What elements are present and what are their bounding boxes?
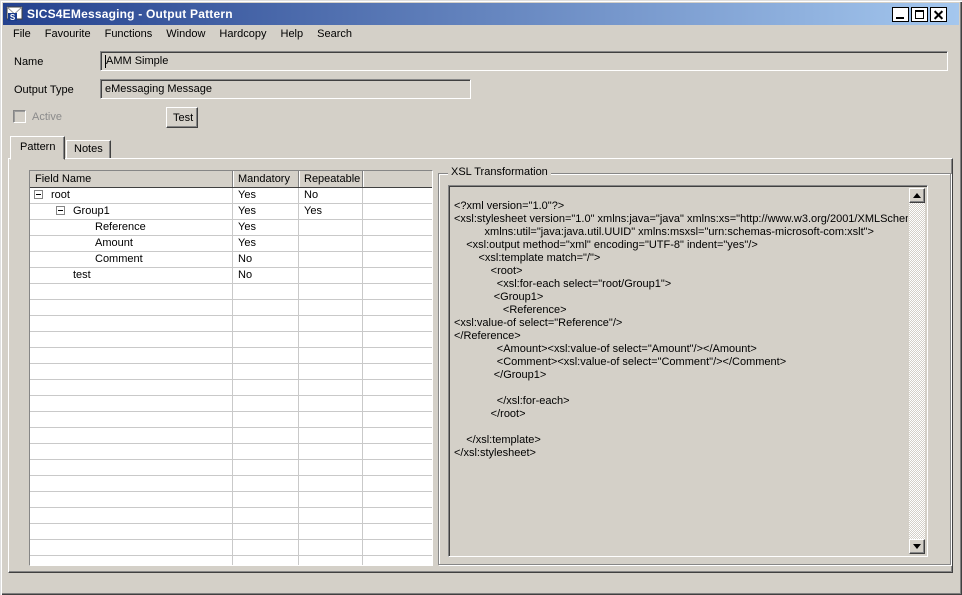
name-label: Name [14,56,43,68]
active-label: Active [32,111,62,123]
tab-notes[interactable]: Notes [66,140,111,159]
table-row[interactable]: test No [30,268,432,284]
menu-item-file[interactable]: File [6,26,38,43]
field-name: test [73,269,91,281]
table-row[interactable]: root YesNo [30,188,432,204]
field-name: root [51,189,70,201]
column-header-empty[interactable] [362,171,432,187]
repeatable-value [298,252,362,267]
menu-item-help[interactable]: Help [274,26,311,43]
mandatory-value: Yes [232,220,298,235]
table-row[interactable]: Amount Yes [30,236,432,252]
table-row-empty[interactable] [30,508,432,524]
column-header-mandatory[interactable]: Mandatory [232,171,298,187]
titlebar: S SICS4EMessaging - Output Pattern [3,3,959,25]
app-icon: S [6,6,23,22]
field-name: Amount [95,237,133,249]
table-row-empty[interactable] [30,524,432,540]
column-header-repeatable[interactable]: Repeatable [298,171,362,187]
close-button[interactable] [930,7,947,22]
xsl-code-area[interactable]: <?xml version="1.0"?> <xsl:stylesheet ve… [448,185,928,557]
triangle-down-icon [913,544,921,549]
mandatory-value: Yes [232,236,298,251]
table-row-empty[interactable] [30,556,432,566]
window-title: SICS4EMessaging - Output Pattern [27,7,892,21]
name-input[interactable]: AMM Simple [100,51,948,71]
table-row[interactable]: Group1 YesYes [30,204,432,220]
table-row-empty[interactable] [30,476,432,492]
table-row-empty[interactable] [30,428,432,444]
xsl-transformation-group: XSL Transformation <?xml version="1.0"?>… [438,173,951,565]
svg-text:S: S [10,13,16,22]
field-table-body: rootYesNoGroup1YesYesReferenceYesAmountY… [30,188,432,566]
scroll-down-button[interactable] [909,539,925,554]
mandatory-value: No [232,252,298,267]
app-window: S SICS4EMessaging - Output Pattern FileF… [0,0,962,595]
repeatable-value: Yes [298,204,362,219]
tree-collapse-icon[interactable] [34,190,43,199]
table-row-empty[interactable] [30,316,432,332]
field-name: Comment [95,253,143,265]
table-row-empty[interactable] [30,284,432,300]
mandatory-value: Yes [232,204,298,219]
mandatory-value: No [232,268,298,283]
xsl-scrollbar[interactable] [909,188,925,554]
repeatable-value [298,268,362,283]
pattern-tab-panel: Field Name Mandatory Repeatable rootYesN… [8,158,953,573]
mandatory-value: Yes [232,188,298,203]
minimize-button[interactable] [892,7,909,22]
tree-collapse-icon[interactable] [56,206,65,215]
menu-bar: FileFavouriteFunctionsWindowHardcopyHelp… [3,25,959,44]
table-row-empty[interactable] [30,364,432,380]
tab-pattern[interactable]: Pattern [10,136,65,160]
menu-item-hardcopy[interactable]: Hardcopy [212,26,273,43]
field-name: Group1 [73,205,110,217]
field-table: Field Name Mandatory Repeatable rootYesN… [29,170,433,566]
scroll-up-button[interactable] [909,188,925,203]
table-row-empty[interactable] [30,396,432,412]
menu-item-favourite[interactable]: Favourite [38,26,98,43]
name-value: AMM Simple [106,55,168,67]
table-row[interactable]: Comment No [30,252,432,268]
repeatable-value: No [298,188,362,203]
field-name: Reference [95,221,146,233]
column-header-field-name[interactable]: Field Name [30,171,232,187]
minimize-icon [896,17,904,19]
table-row-empty[interactable] [30,300,432,316]
maximize-button[interactable] [911,7,928,22]
maximize-icon [915,10,924,19]
table-row-empty[interactable] [30,380,432,396]
output-type-input[interactable]: eMessaging Message [100,79,471,99]
active-checkbox [13,110,26,123]
table-row-empty[interactable] [30,412,432,428]
test-button[interactable]: Test [166,107,198,128]
menu-item-window[interactable]: Window [159,26,212,43]
repeatable-value [298,220,362,235]
menu-item-search[interactable]: Search [310,26,359,43]
output-type-value: eMessaging Message [105,83,212,95]
field-table-header: Field Name Mandatory Repeatable [30,171,432,188]
triangle-up-icon [913,193,921,198]
menu-item-functions[interactable]: Functions [98,26,160,43]
repeatable-value [298,236,362,251]
xsl-code[interactable]: <?xml version="1.0"?> <xsl:stylesheet ve… [451,199,908,543]
table-row-empty[interactable] [30,444,432,460]
table-row-empty[interactable] [30,332,432,348]
xsl-group-title: XSL Transformation [448,166,551,178]
table-row-empty[interactable] [30,348,432,364]
output-type-label: Output Type [14,84,74,96]
table-row-empty[interactable] [30,540,432,556]
table-row-empty[interactable] [30,492,432,508]
table-row[interactable]: Reference Yes [30,220,432,236]
table-row-empty[interactable] [30,460,432,476]
